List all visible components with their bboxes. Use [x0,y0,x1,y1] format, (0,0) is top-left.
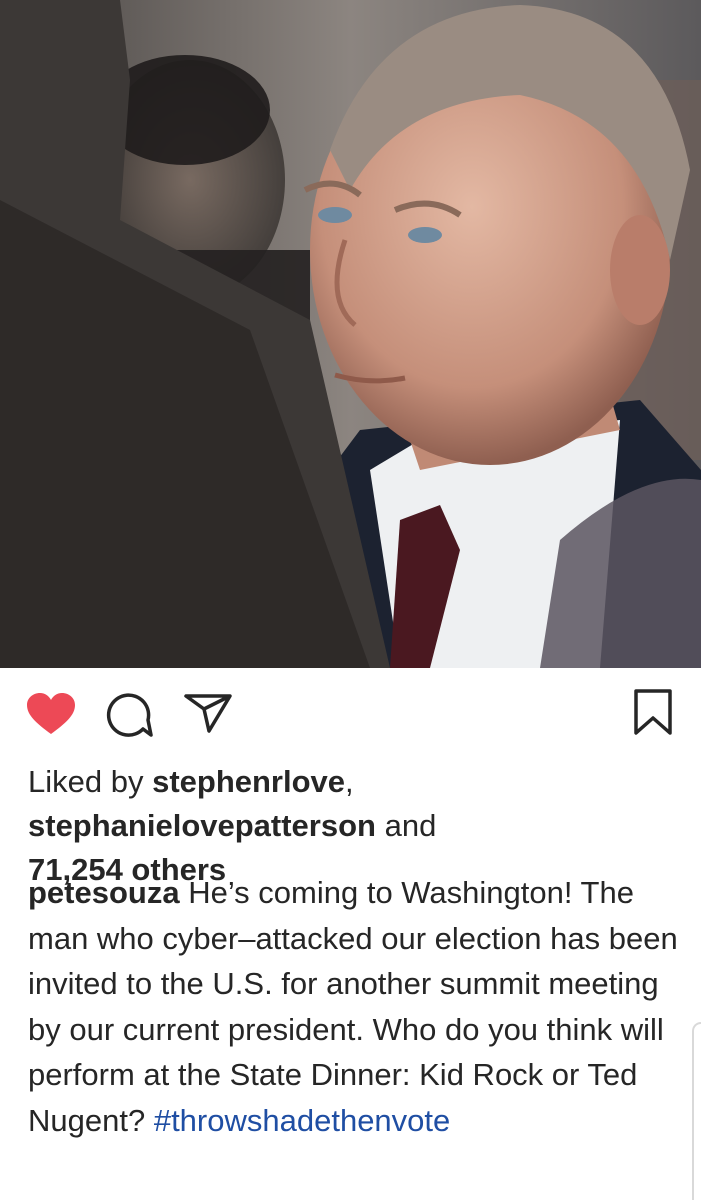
share-icon[interactable] [183,693,233,733]
likes-separator: , [345,764,354,799]
bookmark-icon[interactable] [633,688,673,736]
post-photo-illustration [0,0,701,668]
likes-prefix: Liked by [28,764,153,799]
comment-icon[interactable] [105,693,153,739]
post-caption: petesouza He’s coming to Washington! The… [28,870,683,1143]
liker-username-2[interactable]: stephanielovepatterson [28,808,376,843]
heart-filled-icon[interactable] [26,692,76,736]
liker-username-1[interactable]: stephenrlove [152,764,345,799]
scroll-indicator [692,1022,701,1200]
action-bar [0,668,701,760]
likes-conjunction: and [375,808,437,843]
caption-username[interactable]: petesouza [28,875,180,910]
post-photo[interactable] [0,0,701,668]
caption-text: He’s coming to Washington! The man who c… [28,875,678,1138]
caption-hashtag[interactable]: #throwshadethenvote [154,1103,450,1138]
